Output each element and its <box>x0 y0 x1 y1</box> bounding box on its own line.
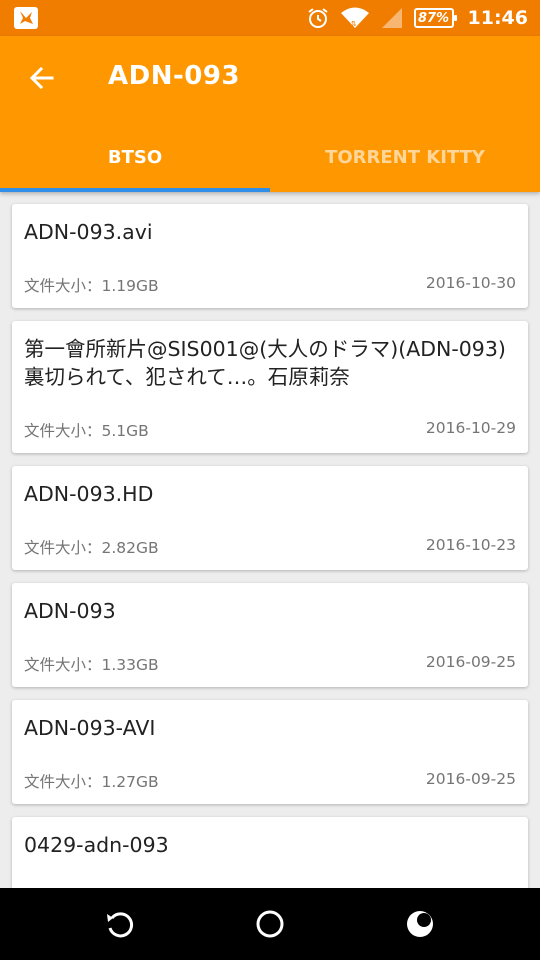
item-size: 文件大小：1.33GB <box>24 656 159 674</box>
nav-recents-button[interactable] <box>402 906 438 942</box>
item-date: 2016-09-25 <box>425 653 516 671</box>
item-size: 文件大小：1.27GB <box>24 773 159 791</box>
app-notification-icon <box>14 7 38 29</box>
status-bar: ⇅ 87% 11:46 <box>0 0 540 36</box>
item-size: 文件大小：1.19GB <box>24 277 159 295</box>
list-item[interactable]: ADN-093.HD 文件大小：2.82GB 2016-10-23 <box>12 466 528 570</box>
item-date: 2016-10-29 <box>425 419 516 437</box>
tab-torrent-kitty[interactable]: TORRENT KITTY <box>270 124 540 192</box>
item-date: 2016-10-30 <box>425 274 516 292</box>
battery-icon: 87% <box>413 8 457 28</box>
list-item[interactable]: ADN-093-AVI 文件大小：1.27GB 2016-09-25 <box>12 700 528 804</box>
tab-btso[interactable]: BTSO <box>0 124 270 192</box>
list-item[interactable]: ADN-093.avi 文件大小：1.19GB 2016-10-30 <box>12 204 528 308</box>
item-title: 0429-adn-093 <box>24 833 169 857</box>
page-title: ADN-093 <box>108 61 241 91</box>
app-bar: ADN-093 BTSO TORRENT KITTY <box>0 36 540 192</box>
item-title: ADN-093.HD <box>24 482 154 506</box>
results-list[interactable]: ADN-093.avi 文件大小：1.19GB 2016-10-30 第一會所新… <box>0 192 540 888</box>
status-time: 11:46 <box>467 7 528 29</box>
arrow-back-icon <box>29 66 54 90</box>
item-date: 2016-10-23 <box>425 536 516 554</box>
tab-bar: BTSO TORRENT KITTY <box>0 124 540 192</box>
navigation-bar <box>0 888 540 960</box>
list-item[interactable]: 第一會所新片@SIS001@(大人のドラマ)(ADN-093)裏切られて、犯され… <box>12 321 528 453</box>
item-size: 文件大小：5.1GB <box>24 422 149 440</box>
item-date: 2016-09-25 <box>425 770 516 788</box>
recents-icon <box>407 911 433 937</box>
home-icon <box>256 910 284 938</box>
wifi-icon: ⇅ <box>340 6 370 30</box>
list-item[interactable]: 0429-adn-093 <box>12 817 528 888</box>
signal-icon <box>380 6 404 30</box>
nav-home-button[interactable] <box>252 906 288 942</box>
alarm-icon <box>306 6 330 30</box>
battery-level: 87% <box>417 10 450 26</box>
item-title: ADN-093.avi <box>24 220 153 244</box>
item-size: 文件大小：2.82GB <box>24 539 159 557</box>
item-title: ADN-093 <box>24 599 116 623</box>
item-title: ADN-093-AVI <box>24 716 156 740</box>
item-title: 第一會所新片@SIS001@(大人のドラマ)(ADN-093)裏切られて、犯され… <box>24 337 506 389</box>
svg-text:⇅: ⇅ <box>351 20 357 28</box>
back-button[interactable] <box>22 58 62 98</box>
list-item[interactable]: ADN-093 文件大小：1.33GB 2016-09-25 <box>12 583 528 687</box>
back-icon <box>107 912 134 938</box>
nav-back-button[interactable] <box>102 906 138 942</box>
